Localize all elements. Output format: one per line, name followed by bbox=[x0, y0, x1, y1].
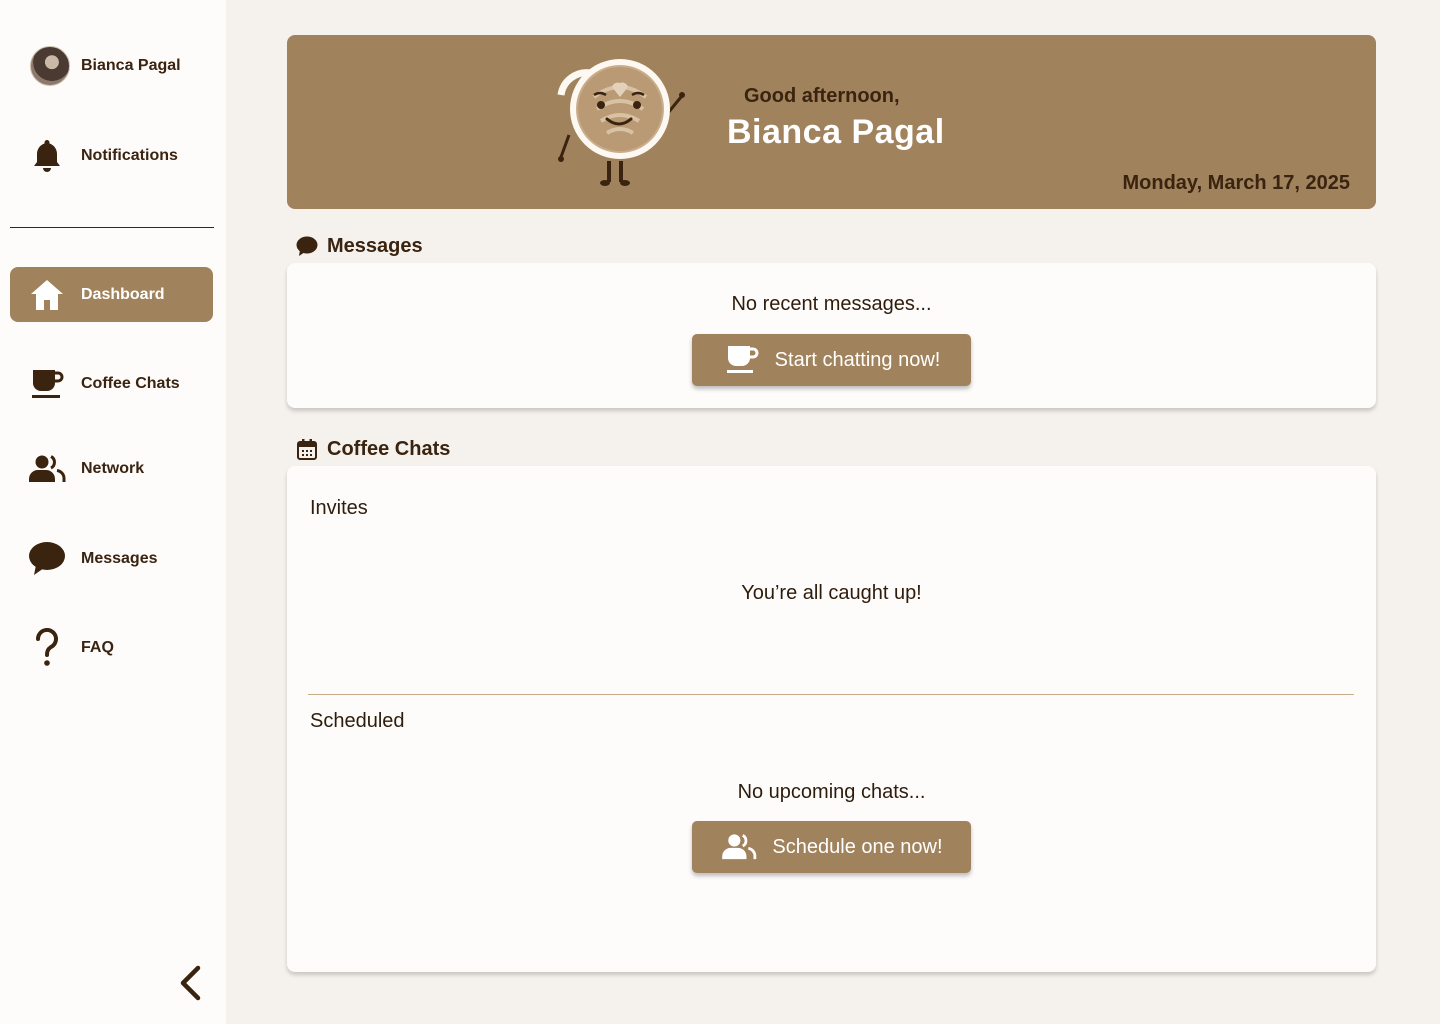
scheduled-empty-text: No upcoming chats... bbox=[737, 781, 926, 803]
schedule-chat-button[interactable]: Schedule one now! bbox=[692, 821, 971, 873]
bell-icon bbox=[27, 136, 67, 176]
chevron-left-icon bbox=[180, 965, 201, 1001]
start-chatting-button[interactable]: Start chatting now! bbox=[692, 334, 971, 386]
profile-link[interactable]: Bianca Pagal bbox=[10, 38, 213, 93]
start-chatting-label: Start chatting now! bbox=[774, 348, 941, 371]
profile-name: Bianca Pagal bbox=[81, 56, 181, 74]
greeting-text: Good afternoon, bbox=[744, 85, 900, 107]
latte-mascot-icon bbox=[557, 59, 685, 186]
sidebar-item-label: FAQ bbox=[81, 638, 114, 656]
invites-scheduled-divider bbox=[308, 694, 1354, 695]
collapse-sidebar-button[interactable] bbox=[172, 962, 208, 1004]
coffee-cup-icon bbox=[27, 364, 67, 404]
messages-empty-text: No recent messages... bbox=[731, 293, 932, 315]
scheduled-label: Scheduled bbox=[310, 710, 405, 732]
coffee-chats-card: Invites You’re all caught up! Scheduled … bbox=[287, 466, 1376, 972]
sidebar-item-faq[interactable]: FAQ bbox=[10, 620, 213, 675]
welcome-banner: Good afternoon, Bianca Pagal Monday, Mar… bbox=[287, 35, 1376, 209]
sidebar-item-messages[interactable]: Messages bbox=[10, 531, 213, 586]
coffee-chats-section-title: Coffee Chats bbox=[327, 437, 451, 460]
invites-empty-text: You’re all caught up! bbox=[741, 582, 922, 604]
notifications-link[interactable]: Notifications bbox=[10, 128, 213, 183]
sidebar-item-network[interactable]: Network bbox=[10, 441, 213, 496]
chat-bubble-icon bbox=[296, 235, 318, 257]
sidebar-item-label: Dashboard bbox=[81, 285, 165, 303]
sidebar-item-label: Messages bbox=[81, 549, 158, 567]
question-mark-icon bbox=[27, 627, 67, 668]
sidebar-item-label: Coffee Chats bbox=[81, 374, 180, 392]
current-date: Monday, March 17, 2025 bbox=[1122, 172, 1351, 194]
chat-bubble-icon bbox=[27, 539, 67, 579]
calendar-icon bbox=[296, 438, 318, 460]
sidebar-item-dashboard[interactable]: Dashboard bbox=[10, 267, 213, 322]
messages-section-header: Messages bbox=[296, 233, 423, 259]
people-icon bbox=[720, 831, 758, 863]
sidebar-item-coffee-chats[interactable]: Coffee Chats bbox=[10, 356, 213, 411]
user-name-heading: Bianca Pagal bbox=[727, 113, 945, 151]
messages-card: No recent messages... Start chatting now… bbox=[287, 263, 1376, 408]
home-icon bbox=[27, 275, 67, 315]
sidebar-divider bbox=[10, 227, 214, 228]
coffee-chats-section-header: Coffee Chats bbox=[296, 436, 450, 462]
schedule-chat-label: Schedule one now! bbox=[772, 835, 943, 858]
avatar bbox=[30, 45, 70, 86]
coffee-cup-icon bbox=[723, 344, 761, 376]
messages-section-title: Messages bbox=[327, 234, 423, 257]
sidebar: Bianca Pagal Notifications Dashboard Cof… bbox=[0, 0, 226, 1024]
people-icon bbox=[27, 449, 67, 489]
sidebar-item-label: Network bbox=[81, 459, 145, 477]
notifications-label: Notifications bbox=[81, 146, 178, 164]
invites-label: Invites bbox=[310, 497, 368, 519]
